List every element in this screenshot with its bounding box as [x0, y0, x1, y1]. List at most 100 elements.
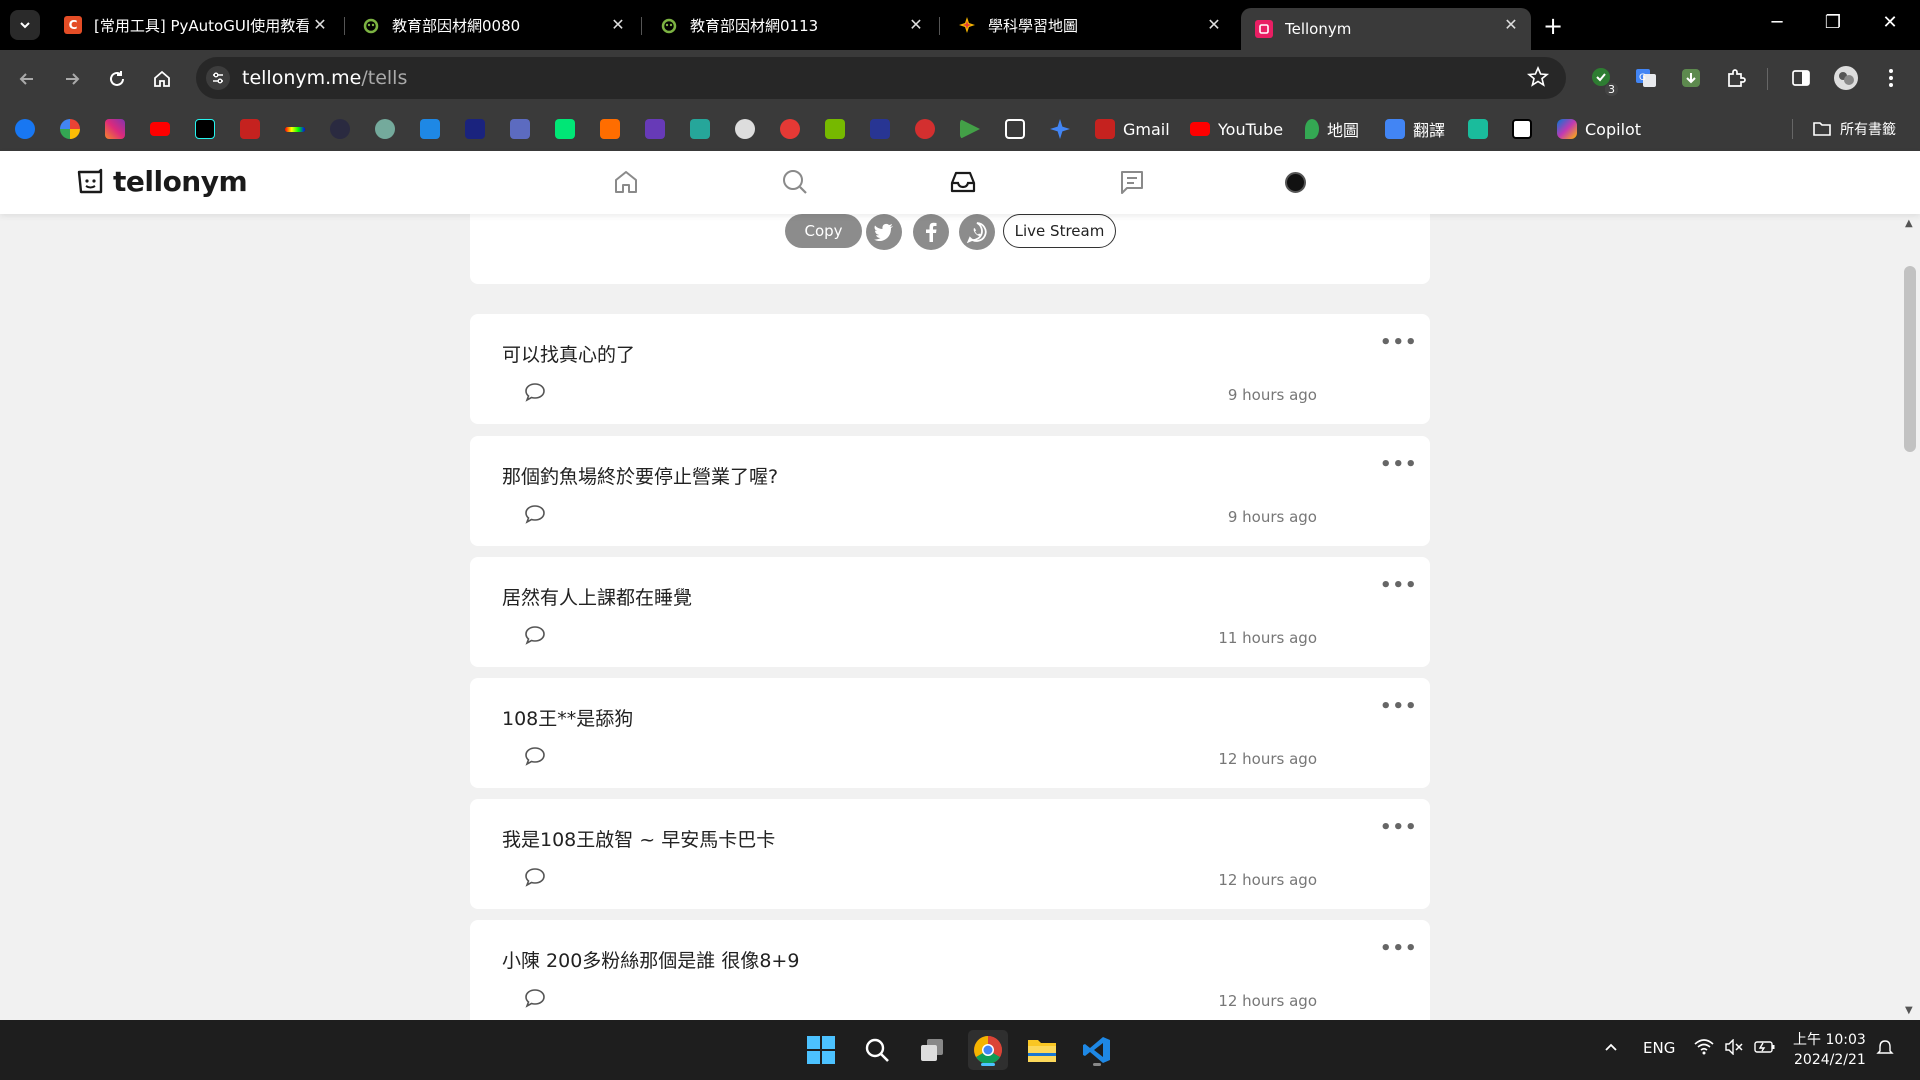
more-options-icon[interactable]: ••• — [1380, 575, 1418, 596]
profile-avatar[interactable] — [1832, 64, 1860, 92]
comment-bubble-icon[interactable] — [524, 625, 546, 649]
back-button[interactable] — [12, 64, 42, 94]
nav-search[interactable] — [780, 167, 810, 197]
live-stream-button[interactable]: Live Stream — [1003, 214, 1116, 248]
reload-button[interactable] — [102, 64, 132, 94]
google-translate-icon[interactable]: G — [1632, 64, 1660, 92]
bookmark-copilot[interactable]: Copilot — [1557, 117, 1641, 141]
instagram-icon[interactable] — [105, 117, 125, 141]
all-bookmarks-button[interactable]: 所有書籤 — [1812, 117, 1896, 141]
comment-bubble-icon[interactable] — [524, 382, 546, 406]
dark-circle-icon[interactable] — [330, 117, 350, 141]
more-menu-icon[interactable] — [1877, 64, 1905, 92]
tab-pyautogui[interactable]: C [常用工具] PyAutoGUI使用教看 ✕ — [50, 8, 340, 42]
more-options-icon[interactable]: ••• — [1380, 454, 1418, 475]
bookmark-star-icon[interactable] — [1526, 65, 1550, 93]
close-icon[interactable]: ✕ — [310, 15, 330, 34]
more-options-icon[interactable]: ••• — [1380, 938, 1418, 959]
taskbar-chrome[interactable] — [968, 1030, 1008, 1070]
tell-card[interactable]: 我是108王啟智 ~ 早安馬卡巴卡 ••• 12 hours ago — [470, 799, 1430, 909]
tab-yincai-0080[interactable]: 教育部因材網0080 ✕ — [348, 8, 638, 42]
extension-chat-icon[interactable]: 3 — [1588, 64, 1618, 96]
task-view-button[interactable] — [912, 1030, 952, 1070]
tell-card[interactable]: 可以找真心的了 ••• 9 hours ago — [470, 314, 1430, 424]
blue-square-icon[interactable] — [420, 117, 440, 141]
bookmark-maps[interactable]: 地圖 — [1305, 117, 1359, 141]
tab-search-button[interactable] — [10, 10, 40, 40]
page-scrollbar[interactable]: ▲ ▼ — [1900, 214, 1920, 1020]
tree-icon[interactable] — [510, 117, 530, 141]
copy-button[interactable]: Copy — [785, 214, 862, 248]
tab-yincai-0113[interactable]: 教育部因材網0113 ✕ — [646, 8, 936, 42]
comment-bubble-icon[interactable] — [524, 988, 546, 1012]
more-options-icon[interactable]: ••• — [1380, 696, 1418, 717]
gmail-100-icon[interactable] — [240, 117, 260, 141]
tell-card[interactable]: 居然有人上課都在睡覺 ••• 11 hours ago — [470, 557, 1430, 667]
tell-card[interactable]: 那個釣魚場終於要停止營業了喔? ••• 9 hours ago — [470, 436, 1430, 546]
close-window-button[interactable]: ✕ — [1870, 12, 1910, 33]
scrollbar-thumb[interactable] — [1904, 266, 1916, 452]
close-icon[interactable]: ✕ — [906, 15, 926, 34]
tab-tellonym[interactable]: Tellonym ✕ — [1241, 8, 1531, 50]
scroll-up-arrow-icon[interactable]: ▲ — [1905, 218, 1913, 229]
profile-avatar[interactable] — [1285, 172, 1306, 193]
wifi-icon[interactable] — [1694, 1039, 1714, 1059]
t-green-icon[interactable] — [1468, 117, 1488, 141]
red-timer-icon[interactable] — [915, 117, 935, 141]
close-icon[interactable]: ✕ — [1501, 15, 1521, 34]
bookmark-youtube[interactable]: YouTube — [1190, 117, 1283, 141]
nav-inbox[interactable] — [948, 167, 978, 197]
battery-icon[interactable] — [1754, 1039, 1776, 1059]
rainbow-icon[interactable] — [285, 117, 305, 141]
frame-icon[interactable] — [1005, 117, 1025, 141]
green-diamond-icon[interactable] — [555, 117, 575, 141]
comment-bubble-icon[interactable] — [524, 746, 546, 770]
purple-icon[interactable] — [645, 117, 665, 141]
address-bar[interactable]: tellonym.me/tells — [196, 57, 1566, 99]
notifications-icon[interactable] — [1876, 1039, 1894, 1061]
scroll-down-arrow-icon[interactable]: ▼ — [1905, 1005, 1913, 1016]
orange-x-icon[interactable] — [600, 117, 620, 141]
nav-feed[interactable] — [1117, 167, 1147, 197]
bookmark-gmail[interactable]: Gmail — [1095, 117, 1170, 141]
taskbar-file-explorer[interactable] — [1022, 1030, 1062, 1070]
tab-learning-map[interactable]: 學科學習地圖 ✕ — [944, 8, 1234, 42]
nav-home[interactable] — [611, 167, 641, 197]
input-language[interactable]: ENG — [1643, 1039, 1675, 1057]
play-icon[interactable] — [960, 117, 980, 141]
download-icon[interactable] — [1677, 64, 1705, 92]
new-tab-button[interactable]: + — [1543, 12, 1563, 40]
comment-bubble-icon[interactable] — [524, 504, 546, 528]
tell-card[interactable]: 108王**是舔狗 ••• 12 hours ago — [470, 678, 1430, 788]
extensions-puzzle-icon[interactable] — [1722, 64, 1750, 92]
taskbar-vscode[interactable] — [1077, 1030, 1117, 1070]
restore-button[interactable]: ❐ — [1813, 12, 1853, 33]
comment-bubble-icon[interactable] — [524, 867, 546, 891]
start-button[interactable] — [801, 1030, 841, 1070]
facebook-icon[interactable] — [15, 117, 35, 141]
side-panel-icon[interactable] — [1787, 64, 1815, 92]
site-info-icon[interactable] — [206, 66, 230, 90]
red-g-icon[interactable] — [780, 117, 800, 141]
more-options-icon[interactable]: ••• — [1380, 332, 1418, 353]
notion-icon[interactable] — [1512, 117, 1532, 141]
chatgpt-icon[interactable] — [375, 117, 395, 141]
facebook-share-button[interactable] — [913, 214, 949, 250]
sparkle-icon[interactable] — [1050, 117, 1070, 141]
youtube-icon[interactable] — [150, 117, 170, 141]
close-icon[interactable]: ✕ — [1204, 15, 1224, 34]
tell-card[interactable]: 小陳 200多粉絲那個是誰 很像8+9 ••• 12 hours ago — [470, 920, 1430, 1020]
forward-button[interactable] — [57, 64, 87, 94]
brand-logo[interactable]: tellonym — [75, 165, 248, 198]
teal-square-icon[interactable] — [690, 117, 710, 141]
wave-icon[interactable] — [870, 117, 890, 141]
blue-i-icon[interactable] — [465, 117, 485, 141]
nvidia-icon[interactable] — [825, 117, 845, 141]
whatsapp-share-button[interactable] — [959, 214, 995, 250]
taskbar-search-button[interactable] — [857, 1030, 897, 1070]
more-options-icon[interactable]: ••• — [1380, 817, 1418, 838]
close-icon[interactable]: ✕ — [608, 15, 628, 34]
system-clock[interactable]: 上午 10:03 2024/2/21 — [1793, 1030, 1866, 1070]
minimize-button[interactable]: ─ — [1757, 12, 1797, 33]
tiktok-icon[interactable] — [195, 117, 215, 141]
